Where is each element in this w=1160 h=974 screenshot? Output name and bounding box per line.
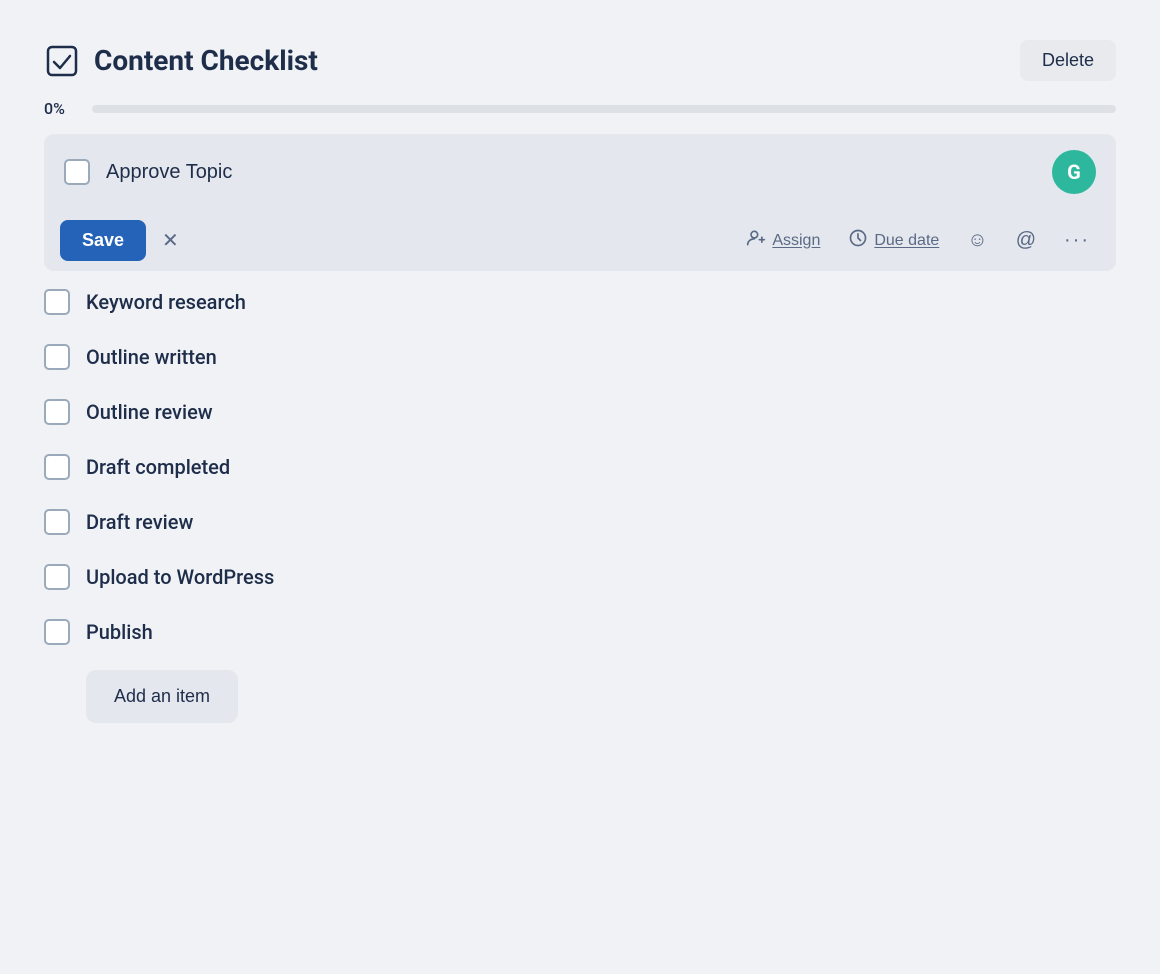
more-icon: ··· xyxy=(1064,229,1090,252)
item-label-draft-completed: Draft completed xyxy=(86,455,230,479)
checkbox-outline-written[interactable] xyxy=(44,344,70,370)
item-label-publish: Publish xyxy=(86,620,153,644)
avatar: G xyxy=(1052,150,1096,194)
clock-icon xyxy=(848,228,868,253)
add-item-button[interactable]: Add an item xyxy=(86,670,238,723)
more-button[interactable]: ··· xyxy=(1054,223,1100,258)
page-title: Content Checklist xyxy=(94,44,318,77)
checkbox-draft-review[interactable] xyxy=(44,509,70,535)
editing-item-top: G xyxy=(44,134,1116,210)
emoji-button[interactable]: ☺ xyxy=(957,223,997,258)
due-date-label: Due date xyxy=(874,232,939,250)
checkbox-publish[interactable] xyxy=(44,619,70,645)
checklist-item: Outline written xyxy=(44,330,1116,385)
assign-button[interactable]: Assign xyxy=(736,222,830,259)
checklist-item: Publish xyxy=(44,605,1116,660)
header: Content Checklist Delete xyxy=(44,40,1116,81)
checklist: G Save ✕ xyxy=(44,134,1116,660)
cancel-icon: ✕ xyxy=(162,228,179,253)
due-date-button[interactable]: Due date xyxy=(838,222,949,259)
save-button[interactable]: Save xyxy=(60,220,146,261)
page-container: Content Checklist Delete 0% G Save ✕ xyxy=(20,20,1140,954)
cancel-button[interactable]: ✕ xyxy=(154,220,187,261)
assign-icon xyxy=(746,228,766,253)
checkbox-keyword-research[interactable] xyxy=(44,289,70,315)
checklist-icon xyxy=(44,43,80,79)
item-label-outline-review: Outline review xyxy=(86,400,213,424)
editing-checkbox[interactable] xyxy=(64,159,90,185)
emoji-icon: ☺ xyxy=(967,229,987,252)
editing-toolbar: Save ✕ Assign xyxy=(44,210,1116,271)
checklist-item: Upload to WordPress xyxy=(44,550,1116,605)
item-label-draft-review: Draft review xyxy=(86,510,193,534)
checklist-item: Draft review xyxy=(44,495,1116,550)
editing-item: G Save ✕ xyxy=(44,134,1116,271)
checkbox-draft-completed[interactable] xyxy=(44,454,70,480)
checklist-item: Outline review xyxy=(44,385,1116,440)
item-label-outline-written: Outline written xyxy=(86,345,217,369)
checklist-item: Draft completed xyxy=(44,440,1116,495)
editing-input[interactable] xyxy=(106,161,1036,184)
checkbox-upload-wordpress[interactable] xyxy=(44,564,70,590)
items-container: Keyword research Outline written Outline r… xyxy=(44,275,1116,660)
delete-button[interactable]: Delete xyxy=(1020,40,1116,81)
item-label-upload-wordpress: Upload to WordPress xyxy=(86,565,274,589)
checkbox-outline-review[interactable] xyxy=(44,399,70,425)
item-label-keyword-research: Keyword research xyxy=(86,290,246,314)
checklist-item: Keyword research xyxy=(44,275,1116,330)
progress-label: 0% xyxy=(44,99,80,118)
progress-row: 0% xyxy=(44,99,1116,118)
progress-bar-background xyxy=(92,105,1116,113)
assign-label: Assign xyxy=(772,232,820,250)
mention-icon: @ xyxy=(1016,229,1036,252)
add-item-row: Add an item xyxy=(44,660,1116,723)
header-left: Content Checklist xyxy=(44,43,318,79)
mention-button[interactable]: @ xyxy=(1006,223,1046,258)
